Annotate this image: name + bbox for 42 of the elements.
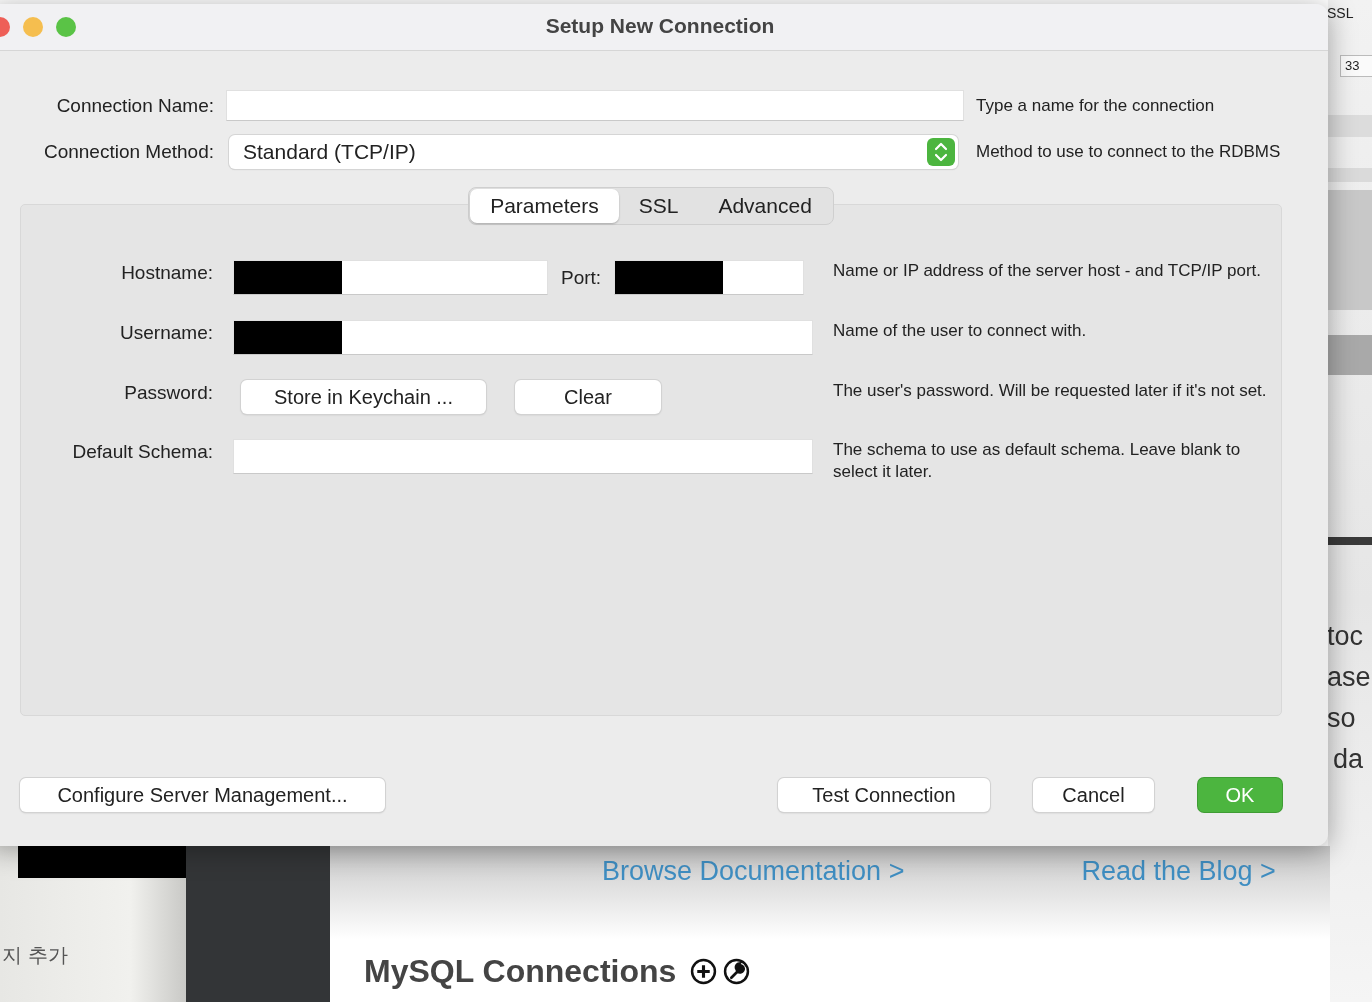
tab[interactable]: SSL bbox=[618, 189, 699, 223]
body-text: so bbox=[1327, 702, 1357, 735]
input-field[interactable] bbox=[614, 260, 805, 295]
hint-text: The user's password. Will be requested later if it's not set. bbox=[833, 380, 1268, 402]
body-text: da bbox=[1333, 743, 1365, 776]
button[interactable]: Cancel bbox=[1033, 778, 1154, 812]
stepper-icon bbox=[927, 138, 955, 166]
field-label: Connection Method: bbox=[42, 141, 214, 163]
panel-section bbox=[1328, 115, 1372, 137]
input-field[interactable] bbox=[226, 90, 964, 121]
tab-label: SSL bbox=[1327, 5, 1354, 21]
button[interactable]: Store in Keychain ... bbox=[241, 380, 486, 414]
hint-text: Type a name for the connection bbox=[976, 95, 1216, 116]
tab[interactable]: Advanced bbox=[698, 189, 832, 223]
add-icon[interactable] bbox=[690, 958, 718, 985]
panel-section bbox=[1328, 335, 1372, 375]
input-field[interactable] bbox=[233, 439, 813, 474]
field-label: Username: bbox=[119, 321, 213, 344]
body-text: ase bbox=[1327, 661, 1371, 694]
field-label: Connection Name: bbox=[55, 94, 214, 117]
sidebar-item[interactable]: 지 추가 bbox=[2, 942, 68, 969]
hint-text: Name of the user to connect with. bbox=[833, 320, 1088, 342]
button[interactable]: Clear bbox=[515, 380, 661, 414]
button[interactable]: Test Connection bbox=[778, 778, 990, 812]
body-text: toc bbox=[1327, 620, 1365, 653]
field-label: Password: bbox=[123, 381, 213, 404]
hint-text: Method to use to connect to the RDBMS bbox=[976, 142, 1282, 162]
field-label: Port: bbox=[561, 266, 602, 289]
field-label: Default Schema: bbox=[71, 440, 213, 463]
input-field[interactable] bbox=[233, 320, 813, 355]
button[interactable]: Configure Server Management... bbox=[20, 778, 385, 812]
input-field[interactable] bbox=[233, 260, 548, 295]
hint-text: Name or IP address of the server host - and TCP/IP port. bbox=[833, 260, 1263, 282]
field-label: Hostname: bbox=[120, 261, 213, 284]
section-heading: MySQL Connections bbox=[364, 953, 677, 990]
wrench-icon[interactable] bbox=[723, 958, 751, 985]
panel-section bbox=[1328, 168, 1372, 182]
dropdown[interactable]: Standard (TCP/IP) bbox=[229, 135, 958, 169]
hint-text: The schema to use as default schema. Leave blank to select it later. bbox=[833, 439, 1242, 483]
tab[interactable]: Parameters bbox=[470, 189, 619, 223]
window-title: Setup New Connection bbox=[544, 14, 775, 38]
port-field: 33 bbox=[1340, 55, 1372, 77]
